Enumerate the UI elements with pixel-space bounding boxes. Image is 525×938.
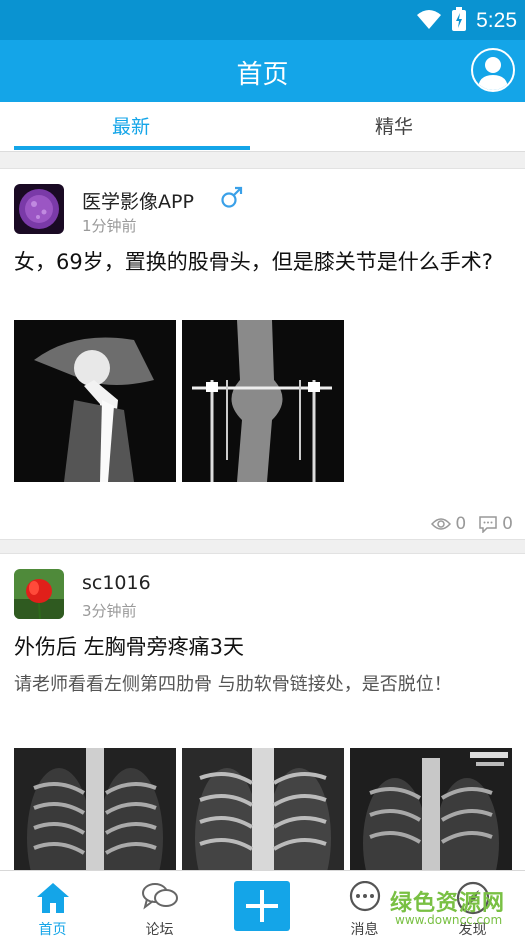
watermark: 绿色资源网 www.downcc.com: [390, 891, 506, 927]
view-count: 0: [431, 514, 466, 534]
profile-button[interactable]: [471, 48, 515, 92]
chest-xray-image[interactable]: [350, 748, 512, 870]
username[interactable]: 医学影像APP: [82, 187, 194, 214]
post-description[interactable]: 请老师看看左侧第四肋骨 与肋软骨链接处，是否脱位！: [14, 670, 494, 700]
home-icon: [35, 881, 71, 919]
user-icon: [478, 57, 508, 90]
avatar[interactable]: [14, 569, 64, 619]
post-stats: 0 0: [431, 514, 513, 534]
forum-icon: [141, 881, 179, 917]
battery-icon: [452, 7, 467, 35]
post-card[interactable]: 医学影像APP 1分钟前 女，69岁，置换的股骨头，但是膝关节是什么手术? 0 …: [0, 168, 525, 540]
tab-indicator: [14, 146, 250, 150]
avatar[interactable]: [14, 184, 64, 234]
post-title[interactable]: 女，69岁，置换的股骨头，但是膝关节是什么手术?: [14, 247, 514, 278]
app-bar: 首页: [0, 40, 525, 102]
username[interactable]: sc1016: [82, 572, 151, 594]
post-time: 3分钟前: [82, 602, 137, 620]
comment-count[interactable]: 0: [478, 514, 513, 534]
nav-forum[interactable]: 论坛: [107, 871, 212, 938]
tab-bar: 最新 精华: [0, 102, 525, 152]
tab-featured[interactable]: 精华: [263, 102, 525, 152]
nav-home[interactable]: 首页: [0, 871, 105, 938]
add-post-button[interactable]: [234, 881, 290, 931]
male-icon: [220, 185, 244, 213]
add-icon: [246, 890, 278, 922]
eye-icon: [431, 518, 452, 530]
chest-xray-image[interactable]: [14, 748, 176, 870]
tab-latest[interactable]: 最新: [0, 102, 262, 152]
comment-icon: [479, 516, 497, 533]
hip-xray-image[interactable]: [14, 320, 176, 482]
status-time: 5:25: [476, 9, 517, 32]
post-title[interactable]: 外伤后 左胸骨旁疼痛3天: [14, 632, 514, 663]
message-icon: [348, 880, 382, 917]
post-card[interactable]: sc1016 3分钟前 外伤后 左胸骨旁疼痛3天 请老师看看左侧第四肋骨 与肋软…: [0, 553, 525, 870]
post-time: 1分钟前: [82, 217, 137, 235]
wifi-icon: [416, 8, 442, 34]
status-bar: 5:25: [0, 0, 525, 40]
page-title: 首页: [236, 60, 289, 90]
knee-xray-image[interactable]: [182, 320, 344, 482]
chest-xray-image[interactable]: [182, 748, 344, 870]
post-feed[interactable]: 医学影像APP 1分钟前 女，69岁，置换的股骨头，但是膝关节是什么手术? 0 …: [0, 153, 525, 870]
